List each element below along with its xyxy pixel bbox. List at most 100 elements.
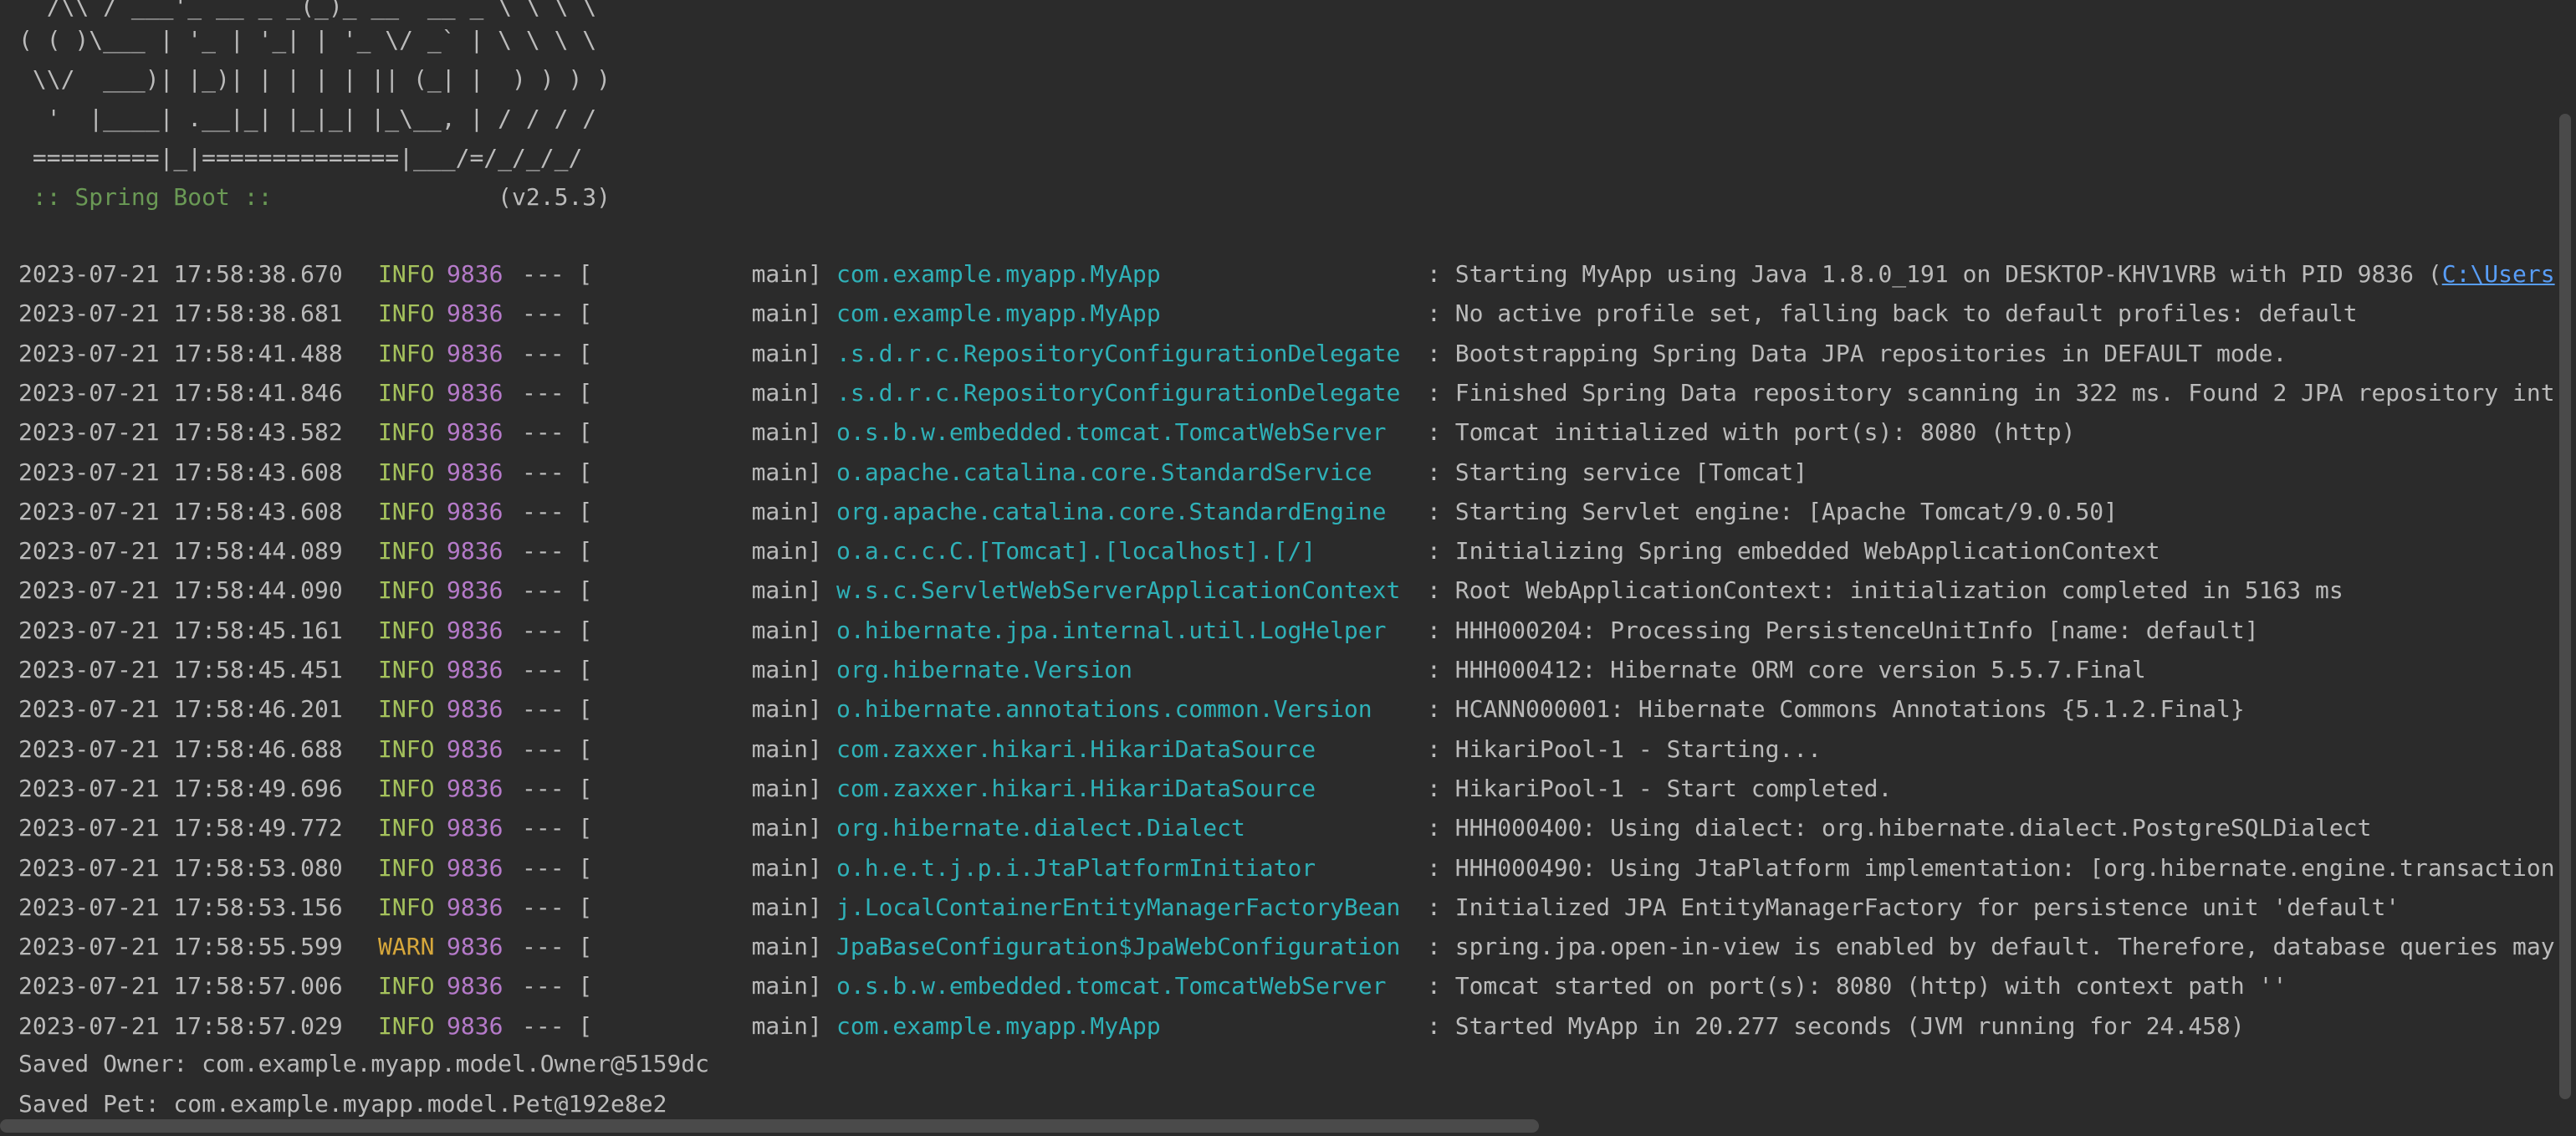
log-timestamp: 2023-07-21 17:58:43.608: [18, 497, 343, 525]
log-thread: main]: [611, 1011, 822, 1040]
banner-line-4: ' |____| .__|_| |_|_| |_\__, | / / / /: [18, 105, 597, 132]
log-logger: org.hibernate.Version: [836, 656, 1133, 683]
log-message: : Root WebApplicationContext: initializa…: [1427, 576, 2343, 605]
log-separator: --- [: [522, 576, 593, 605]
log-logger: o.a.c.c.C.[Tomcat].[localhost].[/]: [836, 537, 1316, 565]
log-separator: --- [: [522, 933, 593, 961]
log-separator: --- [: [522, 734, 593, 763]
log-line: 2023-07-21 17:58:44.090 INFO 9836 --- [ mai…: [0, 571, 2559, 610]
log-message: : Initialized JPA EntityManagerFactory f…: [1427, 893, 2400, 921]
saved-pet-line: Saved Pet: com.example.myapp.model.Pet@1…: [18, 1090, 667, 1118]
log-line: 2023-07-21 17:58:53.080 INFO 9836 --- [ mai…: [0, 848, 2559, 888]
log-pid: 9836: [447, 853, 503, 882]
banner-line-2: ( ( )\___ | '_ | '_| | '_ \/ _` | \ \ \ …: [18, 26, 597, 54]
log-level: INFO: [378, 814, 435, 842]
log-pid: 9836: [447, 734, 503, 763]
log-thread: main]: [611, 972, 822, 1000]
log-pid: 9836: [447, 893, 503, 921]
log-level: INFO: [378, 378, 435, 407]
log-level: INFO: [378, 656, 435, 683]
log-line: 2023-07-21 17:58:38.670 INFO 9836 --- [ mai…: [0, 254, 2559, 294]
log-logger: o.s.b.w.embedded.tomcat.TomcatWebServer: [836, 418, 1387, 447]
log-thread: main]: [611, 616, 822, 644]
log-logger: .s.d.r.c.RepositoryConfigurationDelegate: [836, 339, 1401, 367]
log-pid: 9836: [447, 656, 503, 683]
log-level: INFO: [378, 734, 435, 763]
log-separator: --- [: [522, 1011, 593, 1040]
log-timestamp: 2023-07-21 17:58:38.670: [18, 260, 343, 288]
log-timestamp: 2023-07-21 17:58:43.608: [18, 458, 343, 486]
saved-owner-line: Saved Owner: com.example.myapp.model.Own…: [18, 1050, 710, 1077]
log-pid: 9836: [447, 299, 503, 328]
log-logger: org.apache.catalina.core.StandardEngine: [836, 497, 1387, 525]
spring-boot-version-line: :: Spring Boot :: (v2.5.3): [18, 177, 611, 217]
log-message: : HCANN000001: Hibernate Commons Annotat…: [1427, 695, 2245, 724]
log-timestamp: 2023-07-21 17:58:53.080: [18, 853, 343, 882]
log-level: INFO: [378, 497, 435, 525]
vertical-scrollbar[interactable]: [2559, 114, 2571, 1099]
log-line: 2023-07-21 17:58:55.599 WARN 9836 --- [ mai…: [0, 927, 2559, 966]
log-separator: --- [: [522, 458, 593, 486]
log-timestamp: 2023-07-21 17:58:49.696: [18, 774, 343, 802]
log-level: INFO: [378, 695, 435, 724]
log-separator: --- [: [522, 972, 593, 1000]
log-thread: main]: [611, 299, 822, 328]
log-thread: main]: [611, 458, 822, 486]
log-level: INFO: [378, 339, 435, 367]
log-separator: --- [: [522, 260, 593, 288]
log-timestamp: 2023-07-21 17:58:45.451: [18, 656, 343, 683]
log-pid: 9836: [447, 260, 503, 288]
log-message: : Starting service [Tomcat]: [1427, 458, 1808, 486]
log-pid: 9836: [447, 814, 503, 842]
log-logger: o.hibernate.jpa.internal.util.LogHelper: [836, 616, 1387, 644]
log-separator: --- [: [522, 378, 593, 407]
log-pid: 9836: [447, 537, 503, 565]
log-timestamp: 2023-07-21 17:58:38.681: [18, 299, 343, 328]
log-logger: o.apache.catalina.core.StandardService: [836, 458, 1372, 486]
log-timestamp: 2023-07-21 17:58:41.488: [18, 339, 343, 367]
log-line: 2023-07-21 17:58:45.161 INFO 9836 --- [ mai…: [0, 611, 2559, 650]
log-thread: main]: [611, 933, 822, 961]
log-logger: w.s.c.ServletWebServerApplicationContext: [836, 576, 1401, 605]
log-timestamp: 2023-07-21 17:58:41.846: [18, 378, 343, 407]
log-level: INFO: [378, 260, 435, 288]
log-pid: 9836: [447, 616, 503, 644]
log-level: INFO: [378, 893, 435, 921]
log-thread: main]: [611, 339, 822, 367]
log-thread: main]: [611, 695, 822, 724]
log-line: 2023-07-21 17:58:38.681 INFO 9836 --- [ mai…: [0, 294, 2559, 333]
log-message: : Finished Spring Data repository scanni…: [1427, 378, 2555, 407]
log-pid: 9836: [447, 774, 503, 802]
log-line: 2023-07-21 17:58:57.029 INFO 9836 --- [ mai…: [0, 1006, 2559, 1046]
log-level: INFO: [378, 458, 435, 486]
log-message: : HHH000204: Processing PersistenceUnitI…: [1427, 616, 2259, 644]
console-output[interactable]: /\\ / ___'_ __ _ _(_)_ __ __ _ \ \ \ \ (…: [0, 0, 2559, 1121]
log-pid: 9836: [447, 972, 503, 1000]
log-line: 2023-07-21 17:58:49.696 INFO 9836 --- [ mai…: [0, 769, 2559, 808]
log-timestamp: 2023-07-21 17:58:53.156: [18, 893, 343, 921]
horizontal-scrollbar[interactable]: [0, 1119, 1539, 1133]
log-level: INFO: [378, 616, 435, 644]
log-path-link[interactable]: C:\Users: [2442, 260, 2555, 288]
banner-line-3: \\/ ___)| |_)| | | | | || (_| | ) ) ) ): [18, 65, 611, 93]
log-timestamp: 2023-07-21 17:58:44.089: [18, 537, 343, 565]
log-message: : spring.jpa.open-in-view is enabled by …: [1427, 933, 2555, 961]
log-logger: com.zaxxer.hikari.HikariDataSource: [836, 774, 1316, 802]
log-message-with-link: : Starting MyApp using Java 1.8.0_191 on…: [1427, 254, 2555, 294]
log-thread: main]: [611, 893, 822, 921]
log-message: : Bootstrapping Spring Data JPA reposito…: [1427, 339, 2287, 367]
log-logger: o.hibernate.annotations.common.Version: [836, 695, 1372, 724]
log-line: 2023-07-21 17:58:57.006 INFO 9836 --- [ mai…: [0, 966, 2559, 1006]
log-timestamp: 2023-07-21 17:58:43.582: [18, 418, 343, 447]
log-thread: main]: [611, 734, 822, 763]
log-pid: 9836: [447, 418, 503, 447]
log-separator: --- [: [522, 656, 593, 683]
log-separator: --- [: [522, 893, 593, 921]
log-message: : HikariPool-1 - Starting...: [1427, 734, 1822, 763]
log-separator: --- [: [522, 814, 593, 842]
log-timestamp: 2023-07-21 17:58:46.201: [18, 695, 343, 724]
log-pid: 9836: [447, 339, 503, 367]
log-message: : HHH000400: Using dialect: org.hibernat…: [1427, 814, 2372, 842]
log-line: 2023-07-21 17:58:46.688 INFO 9836 --- [ mai…: [0, 729, 2559, 769]
log-pid: 9836: [447, 933, 503, 961]
